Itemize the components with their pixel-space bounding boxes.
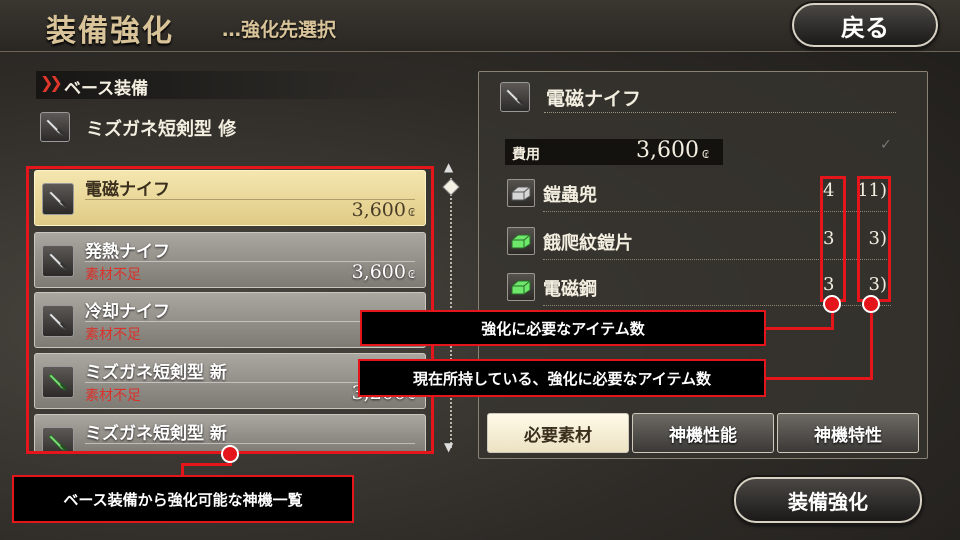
callout-connector — [766, 377, 873, 380]
callout-connector — [870, 302, 873, 380]
check-icon: ✓ — [880, 137, 892, 153]
cost-value: 3,600 — [636, 138, 699, 163]
cost-label: 費用 — [512, 147, 540, 163]
base-equipment-name: ミズガネ短剣型 修 — [86, 119, 237, 140]
scroll-up-icon[interactable]: ▲ — [444, 160, 453, 174]
page-title: 装備強化 — [46, 14, 174, 49]
green-ingot-icon — [507, 273, 535, 301]
divider — [544, 112, 896, 113]
metal-ingot-icon — [507, 179, 535, 207]
back-button[interactable]: 戻る — [792, 3, 938, 47]
required-count-frame — [820, 176, 846, 302]
callout-dot — [823, 295, 841, 313]
chevron-right-icon: ❯❯ — [40, 73, 63, 92]
owned-count-callout: 現在所持している、強化に必要なアイテム数 — [358, 359, 766, 397]
scroll-down-icon[interactable]: ▼ — [444, 440, 453, 454]
callout-connector — [181, 463, 232, 466]
knife-icon — [500, 82, 530, 112]
detail-item-name: 電磁ナイフ — [546, 88, 642, 110]
callout-dot — [221, 445, 239, 463]
enhance-button[interactable]: 装備強化 — [734, 477, 922, 523]
tab-traits[interactable]: 神機特性 — [777, 413, 919, 453]
list-description-callout: ベース装備から強化可能な神機一覧 — [12, 475, 354, 523]
scrollbar-thumb[interactable] — [442, 178, 460, 196]
material-name: 餓爬紋鎧片 — [543, 233, 633, 254]
callout-dot — [862, 295, 880, 313]
page-subtitle: …強化先選択 — [222, 19, 337, 41]
required-count-callout: 強化に必要なアイテム数 — [360, 310, 766, 346]
tab-required-materials[interactable]: 必要素材 — [487, 413, 629, 453]
knife-icon — [40, 112, 70, 142]
base-equipment-label: ベース装備 — [64, 79, 149, 99]
callout-connector — [766, 327, 834, 330]
material-name: 鎧蟲兜 — [543, 185, 597, 206]
material-name: 電磁鋼 — [543, 279, 597, 300]
cost-unit: ₢ — [702, 148, 709, 161]
tab-performance[interactable]: 神機性能 — [632, 413, 774, 453]
green-ingot-icon — [507, 227, 535, 255]
owned-count-frame — [857, 176, 891, 302]
